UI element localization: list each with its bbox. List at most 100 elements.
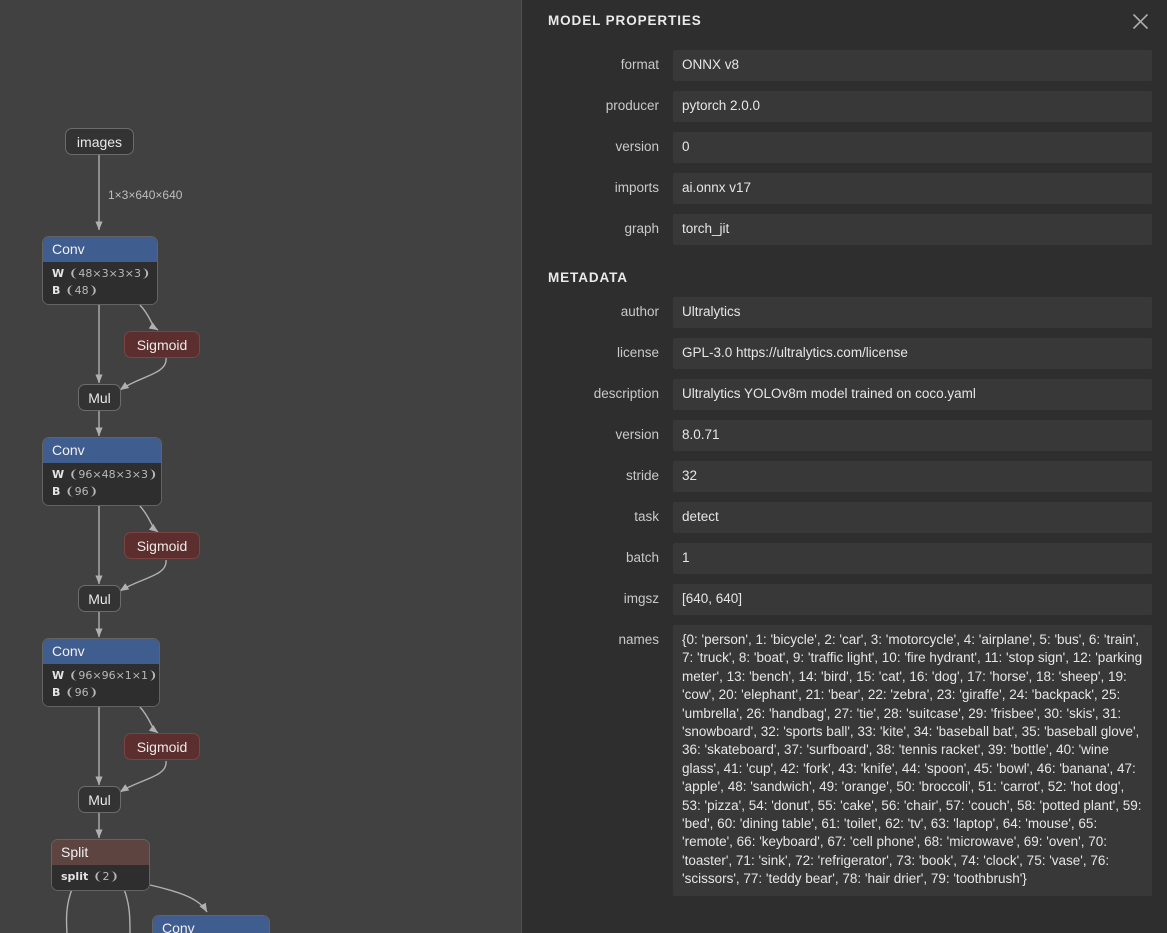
property-row-task: task detect bbox=[522, 502, 1167, 533]
property-value[interactable]: GPL-3.0 https://ultralytics.com/license bbox=[673, 338, 1152, 369]
graph-node-conv-2[interactable]: Conv W❨96×48×3×3❩ B❨96❩ bbox=[42, 437, 162, 506]
node-attributes: W ❨48×3×3×3❩ B ❨48❩ bbox=[43, 262, 157, 304]
panel-header: MODEL PROPERTIES bbox=[522, 0, 1167, 46]
node-label: images bbox=[77, 134, 122, 150]
graph-node-mul-3[interactable]: Mul bbox=[78, 786, 121, 813]
property-row-graph: graph torch_jit bbox=[522, 214, 1167, 245]
graph-node-images[interactable]: images bbox=[65, 128, 134, 155]
attr-key: W bbox=[52, 468, 64, 481]
property-row-version: version 8.0.71 bbox=[522, 420, 1167, 451]
property-value[interactable]: torch_jit bbox=[673, 214, 1152, 245]
node-label: Mul bbox=[88, 390, 111, 406]
property-label: graph bbox=[522, 214, 673, 238]
property-value[interactable]: [640, 640] bbox=[673, 584, 1152, 615]
node-label: Mul bbox=[88, 591, 111, 607]
graph-node-sigmoid-2[interactable]: Sigmoid bbox=[124, 532, 200, 559]
attr-key: B bbox=[52, 485, 60, 498]
metadata-heading: METADATA bbox=[548, 270, 1167, 285]
property-label: stride bbox=[522, 461, 673, 485]
property-value[interactable]: 0 bbox=[673, 132, 1152, 163]
attr-key: B bbox=[52, 284, 60, 297]
edge-label-input-shape: 1×3×640×640 bbox=[108, 188, 182, 202]
property-label: license bbox=[522, 338, 673, 362]
property-value[interactable]: 1 bbox=[673, 543, 1152, 574]
close-button[interactable] bbox=[1125, 6, 1155, 36]
property-label: task bbox=[522, 502, 673, 526]
property-label: imgsz bbox=[522, 584, 673, 608]
property-value[interactable]: 32 bbox=[673, 461, 1152, 492]
property-value[interactable]: {0: 'person', 1: 'bicycle', 2: 'car', 3:… bbox=[673, 625, 1152, 896]
node-header: Split bbox=[52, 840, 149, 865]
close-icon bbox=[1131, 12, 1150, 31]
netron-window: images 1×3×640×640 Conv W ❨48×3×3×3❩ B ❨48… bbox=[0, 0, 1167, 933]
property-label: imports bbox=[522, 173, 673, 197]
property-row-format: format ONNX v8 bbox=[522, 50, 1167, 81]
property-value[interactable]: Ultralytics bbox=[673, 297, 1152, 328]
node-label: Sigmoid bbox=[137, 739, 188, 755]
property-row-producer: producer pytorch 2.0.0 bbox=[522, 91, 1167, 122]
node-attribute-row: B ❨48❩ bbox=[52, 282, 148, 299]
node-header: Conv bbox=[153, 916, 269, 933]
attr-value: ❨48×3×3×3❩ bbox=[69, 267, 150, 280]
graph-canvas[interactable]: images 1×3×640×640 Conv W ❨48×3×3×3❩ B ❨48… bbox=[0, 0, 521, 933]
property-label: version bbox=[522, 132, 673, 156]
graph-node-sigmoid-1[interactable]: Sigmoid bbox=[124, 331, 200, 358]
node-label: Sigmoid bbox=[137, 337, 188, 353]
node-attributes: W❨96×48×3×3❩ B❨96❩ bbox=[43, 463, 161, 505]
property-value[interactable]: Ultralytics YOLOv8m model trained on coc… bbox=[673, 379, 1152, 410]
node-label: Sigmoid bbox=[137, 538, 188, 554]
node-attribute-row: W ❨48×3×3×3❩ bbox=[52, 265, 148, 282]
property-label: names bbox=[522, 625, 673, 649]
metadata-group: METADATA author Ultralytics license GPL-… bbox=[522, 270, 1167, 896]
attr-value: ❨48❩ bbox=[65, 284, 97, 297]
node-header: Conv bbox=[43, 639, 159, 664]
property-row-author: author Ultralytics bbox=[522, 297, 1167, 328]
panel-title: MODEL PROPERTIES bbox=[548, 13, 702, 28]
node-header: Conv bbox=[43, 237, 157, 262]
node-attribute-row: W❨96×48×3×3❩ bbox=[52, 466, 152, 483]
attr-value: ❨96×96×1×1❩ bbox=[69, 669, 157, 682]
property-value[interactable]: ONNX v8 bbox=[673, 50, 1152, 81]
property-row-version: version 0 bbox=[522, 132, 1167, 163]
property-row-license: license GPL-3.0 https://ultralytics.com/… bbox=[522, 338, 1167, 369]
node-header: Conv bbox=[43, 438, 161, 463]
property-value[interactable]: 8.0.71 bbox=[673, 420, 1152, 451]
property-label: format bbox=[522, 50, 673, 74]
graph-node-split[interactable]: Split split ❨2❩ bbox=[51, 839, 150, 891]
attr-key: W bbox=[52, 267, 64, 280]
property-row-imports: imports ai.onnx v17 bbox=[522, 173, 1167, 204]
graph-node-conv-1[interactable]: Conv W ❨48×3×3×3❩ B ❨48❩ bbox=[42, 236, 158, 305]
attr-key: W bbox=[52, 669, 64, 682]
property-label: description bbox=[522, 379, 673, 403]
property-row-names: names {0: 'person', 1: 'bicycle', 2: 'ca… bbox=[522, 625, 1167, 896]
property-row-description: description Ultralytics YOLOv8m model tr… bbox=[522, 379, 1167, 410]
attr-value: ❨96❩ bbox=[65, 686, 97, 699]
attr-value: ❨96×48×3×3❩ bbox=[69, 468, 157, 481]
property-row-stride: stride 32 bbox=[522, 461, 1167, 492]
node-label: Mul bbox=[88, 792, 111, 808]
property-label: author bbox=[522, 297, 673, 321]
property-label: batch bbox=[522, 543, 673, 567]
node-attributes: W❨96×96×1×1❩ B❨96❩ bbox=[43, 664, 159, 706]
property-label: version bbox=[522, 420, 673, 444]
attr-value: ❨96❩ bbox=[65, 485, 97, 498]
model-properties-group: format ONNX v8 producer pytorch 2.0.0 ve… bbox=[522, 50, 1167, 245]
model-properties-panel: MODEL PROPERTIES format ONNX v8 producer… bbox=[521, 0, 1167, 933]
attr-key: B bbox=[52, 686, 60, 699]
graph-node-conv-4[interactable]: Conv bbox=[152, 915, 270, 933]
property-row-batch: batch 1 bbox=[522, 543, 1167, 574]
node-attributes: split ❨2❩ bbox=[52, 865, 149, 890]
graph-node-mul-2[interactable]: Mul bbox=[78, 585, 121, 612]
attr-value: ❨2❩ bbox=[93, 870, 118, 883]
attr-key: split bbox=[61, 870, 88, 883]
node-attribute-row: split ❨2❩ bbox=[61, 868, 140, 885]
graph-node-sigmoid-3[interactable]: Sigmoid bbox=[124, 733, 200, 760]
property-value[interactable]: detect bbox=[673, 502, 1152, 533]
property-row-imgsz: imgsz [640, 640] bbox=[522, 584, 1167, 615]
node-attribute-row: B ❨96❩ bbox=[52, 483, 152, 500]
property-value[interactable]: ai.onnx v17 bbox=[673, 173, 1152, 204]
graph-node-conv-3[interactable]: Conv W❨96×96×1×1❩ B❨96❩ bbox=[42, 638, 160, 707]
property-value[interactable]: pytorch 2.0.0 bbox=[673, 91, 1152, 122]
graph-node-mul-1[interactable]: Mul bbox=[78, 384, 121, 411]
node-attribute-row: W❨96×96×1×1❩ bbox=[52, 667, 150, 684]
